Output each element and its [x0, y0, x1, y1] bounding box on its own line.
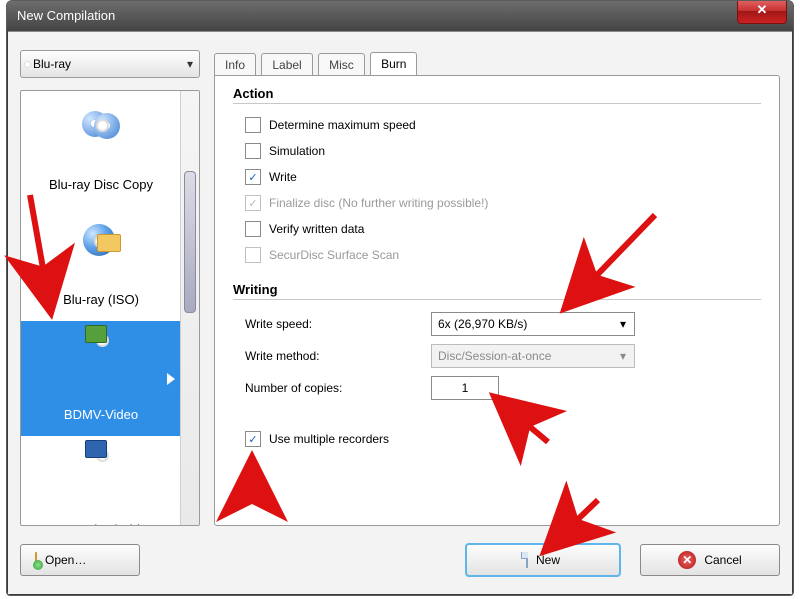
- list-item[interactable]: AVCHD(TM) video: [21, 436, 181, 525]
- tab-misc[interactable]: Misc: [318, 53, 365, 76]
- tab-strip: Info Label Misc Burn: [214, 50, 780, 76]
- number-of-copies-input[interactable]: 1: [431, 376, 499, 400]
- title-bar[interactable]: New Compilation ✕: [7, 1, 793, 31]
- list-item-label: Blu-ray Disc Copy: [21, 177, 181, 192]
- open-button[interactable]: Open…: [20, 544, 140, 576]
- list-item-selected[interactable]: BDMV-Video: [21, 321, 181, 436]
- checkbox-icon: [245, 117, 261, 133]
- open-button-label: Open…: [45, 553, 86, 567]
- disc-type-dropdown[interactable]: Blu-ray ▾: [20, 50, 200, 78]
- write-speed-label: Write speed:: [245, 317, 431, 331]
- list-item[interactable]: Blu-ray (ISO): [21, 206, 181, 321]
- write-speed-dropdown[interactable]: 6x (26,970 KB/s) ▾: [431, 312, 635, 336]
- checkbox-label: Use multiple recorders: [269, 432, 389, 446]
- cancel-icon: ✕: [678, 551, 696, 569]
- cancel-button-label: Cancel: [704, 553, 741, 567]
- new-page-icon: [526, 553, 528, 567]
- number-of-copies-label: Number of copies:: [245, 381, 431, 395]
- list-item-label: Blu-ray (ISO): [21, 292, 181, 307]
- checkbox-verify-written-data[interactable]: Verify written data: [245, 216, 761, 242]
- checkbox-icon: [245, 247, 261, 263]
- checkbox-icon: ✓: [245, 169, 261, 185]
- checkbox-icon: ✓: [245, 195, 261, 211]
- disc-type-label: Blu-ray: [33, 57, 181, 71]
- checkbox-simulation[interactable]: Simulation: [245, 138, 761, 164]
- tab-burn[interactable]: Burn: [370, 52, 417, 76]
- checkbox-label: Finalize disc (No further writing possib…: [269, 196, 488, 210]
- checkbox-icon: [245, 143, 261, 159]
- tab-info[interactable]: Info: [214, 53, 256, 76]
- writing-heading: Writing: [233, 282, 761, 297]
- chevron-down-icon: ▾: [614, 347, 632, 365]
- tab-page-burn: Action Determine maximum speed Simulatio…: [214, 75, 780, 526]
- checkbox-label: SecurDisc Surface Scan: [269, 248, 399, 262]
- window-title: New Compilation: [7, 8, 115, 23]
- list-item-label: BDMV-Video: [21, 407, 181, 422]
- action-heading: Action: [233, 86, 761, 101]
- client-area: Blu-ray ▾ Blu-ray Disc Copy Blu-ray (ISO…: [8, 31, 792, 594]
- checkbox-label: Simulation: [269, 144, 325, 158]
- write-method-label: Write method:: [245, 349, 431, 363]
- close-icon: ✕: [757, 2, 768, 17]
- checkbox-label: Determine maximum speed: [269, 118, 416, 132]
- window-frame: New Compilation ✕ Blu-ray ▾ Blu-ray Disc…: [6, 0, 794, 596]
- disc-copy-icon: [21, 109, 181, 139]
- checkbox-securdisc-scan: SecurDisc Surface Scan: [245, 242, 761, 268]
- checkbox-write[interactable]: ✓ Write: [245, 164, 761, 190]
- checkbox-determine-max-speed[interactable]: Determine maximum speed: [245, 112, 761, 138]
- chevron-down-icon: ▾: [614, 315, 632, 333]
- folder-open-icon: [35, 553, 37, 567]
- write-method-value: Disc/Session-at-once: [438, 349, 551, 363]
- scrollbar[interactable]: [180, 91, 199, 525]
- checkbox-finalize-disc: ✓ Finalize disc (No further writing possi…: [245, 190, 761, 216]
- write-speed-value: 6x (26,970 KB/s): [438, 317, 527, 331]
- button-bar: Open… New ✕ Cancel: [20, 538, 780, 582]
- new-button[interactable]: New: [466, 544, 620, 576]
- close-button[interactable]: ✕: [737, 1, 787, 24]
- write-method-dropdown: Disc/Session-at-once ▾: [431, 344, 635, 368]
- checkbox-icon: ✓: [245, 431, 261, 447]
- disc-iso-icon: [21, 224, 181, 258]
- divider: [233, 103, 761, 104]
- chevron-down-icon: ▾: [181, 57, 199, 71]
- divider: [233, 299, 761, 300]
- scrollbar-thumb[interactable]: [184, 171, 196, 313]
- checkbox-label: Write: [269, 170, 297, 184]
- list-item[interactable]: Blu-ray Disc Copy: [21, 91, 181, 206]
- checkbox-icon: [245, 221, 261, 237]
- checkbox-use-multiple-recorders[interactable]: ✓ Use multiple recorders: [245, 426, 761, 452]
- selection-arrow-icon: [167, 373, 175, 385]
- new-button-label: New: [536, 553, 560, 567]
- checkbox-label: Verify written data: [269, 222, 364, 236]
- compilation-type-list: Blu-ray Disc Copy Blu-ray (ISO) BDMV-Vid…: [20, 90, 200, 526]
- list-item-label: AVCHD(TM) video: [21, 522, 181, 525]
- cancel-button[interactable]: ✕ Cancel: [640, 544, 780, 576]
- tab-label[interactable]: Label: [261, 53, 312, 76]
